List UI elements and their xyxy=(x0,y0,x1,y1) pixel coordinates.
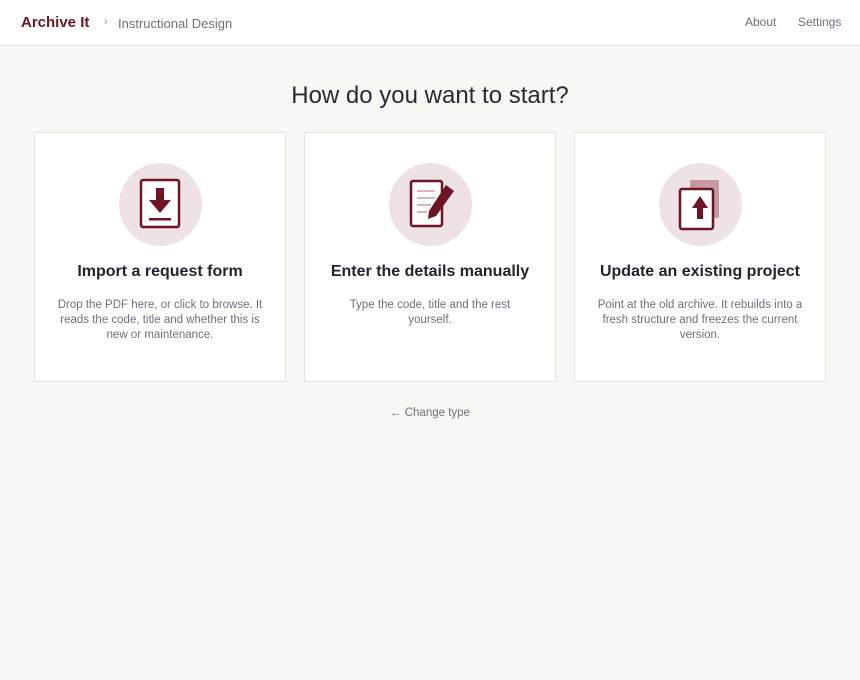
update-existing-project-card[interactable]: Update an existing project Point at the … xyxy=(574,132,826,382)
import-request-form-card[interactable]: Import a request form Drop the PDF here,… xyxy=(34,132,286,382)
icon-circle xyxy=(659,163,742,246)
enter-details-manually-card[interactable]: Enter the details manually Type the code… xyxy=(304,132,556,382)
icon-circle xyxy=(389,163,472,246)
option-description: Drop the PDF here, or click to browse. I… xyxy=(57,299,263,341)
upload-document-icon xyxy=(678,180,719,231)
icon-circle xyxy=(119,163,202,246)
breadcrumb-separator: › xyxy=(104,16,108,28)
brand-logo[interactable]: Archive It xyxy=(21,14,89,31)
nav-about-link[interactable]: About xyxy=(745,15,776,29)
nav-settings-link[interactable]: Settings xyxy=(798,15,841,29)
change-type-link[interactable]: ← Change type xyxy=(0,407,860,419)
option-title: Import a request form xyxy=(77,263,243,280)
option-description: Type the code, title and the rest yourse… xyxy=(349,299,511,326)
option-title: Enter the details manually xyxy=(330,263,530,280)
edit-document-icon xyxy=(409,179,454,228)
page-title: How do you want to start? xyxy=(291,82,569,109)
top-bar: Archive It › Instructional Design About … xyxy=(0,0,860,46)
option-description: Point at the old archive. It rebuilds in… xyxy=(597,299,803,341)
import-document-icon xyxy=(139,178,181,229)
option-title: Update an existing project xyxy=(599,263,801,280)
breadcrumb[interactable]: Instructional Design xyxy=(118,16,232,31)
